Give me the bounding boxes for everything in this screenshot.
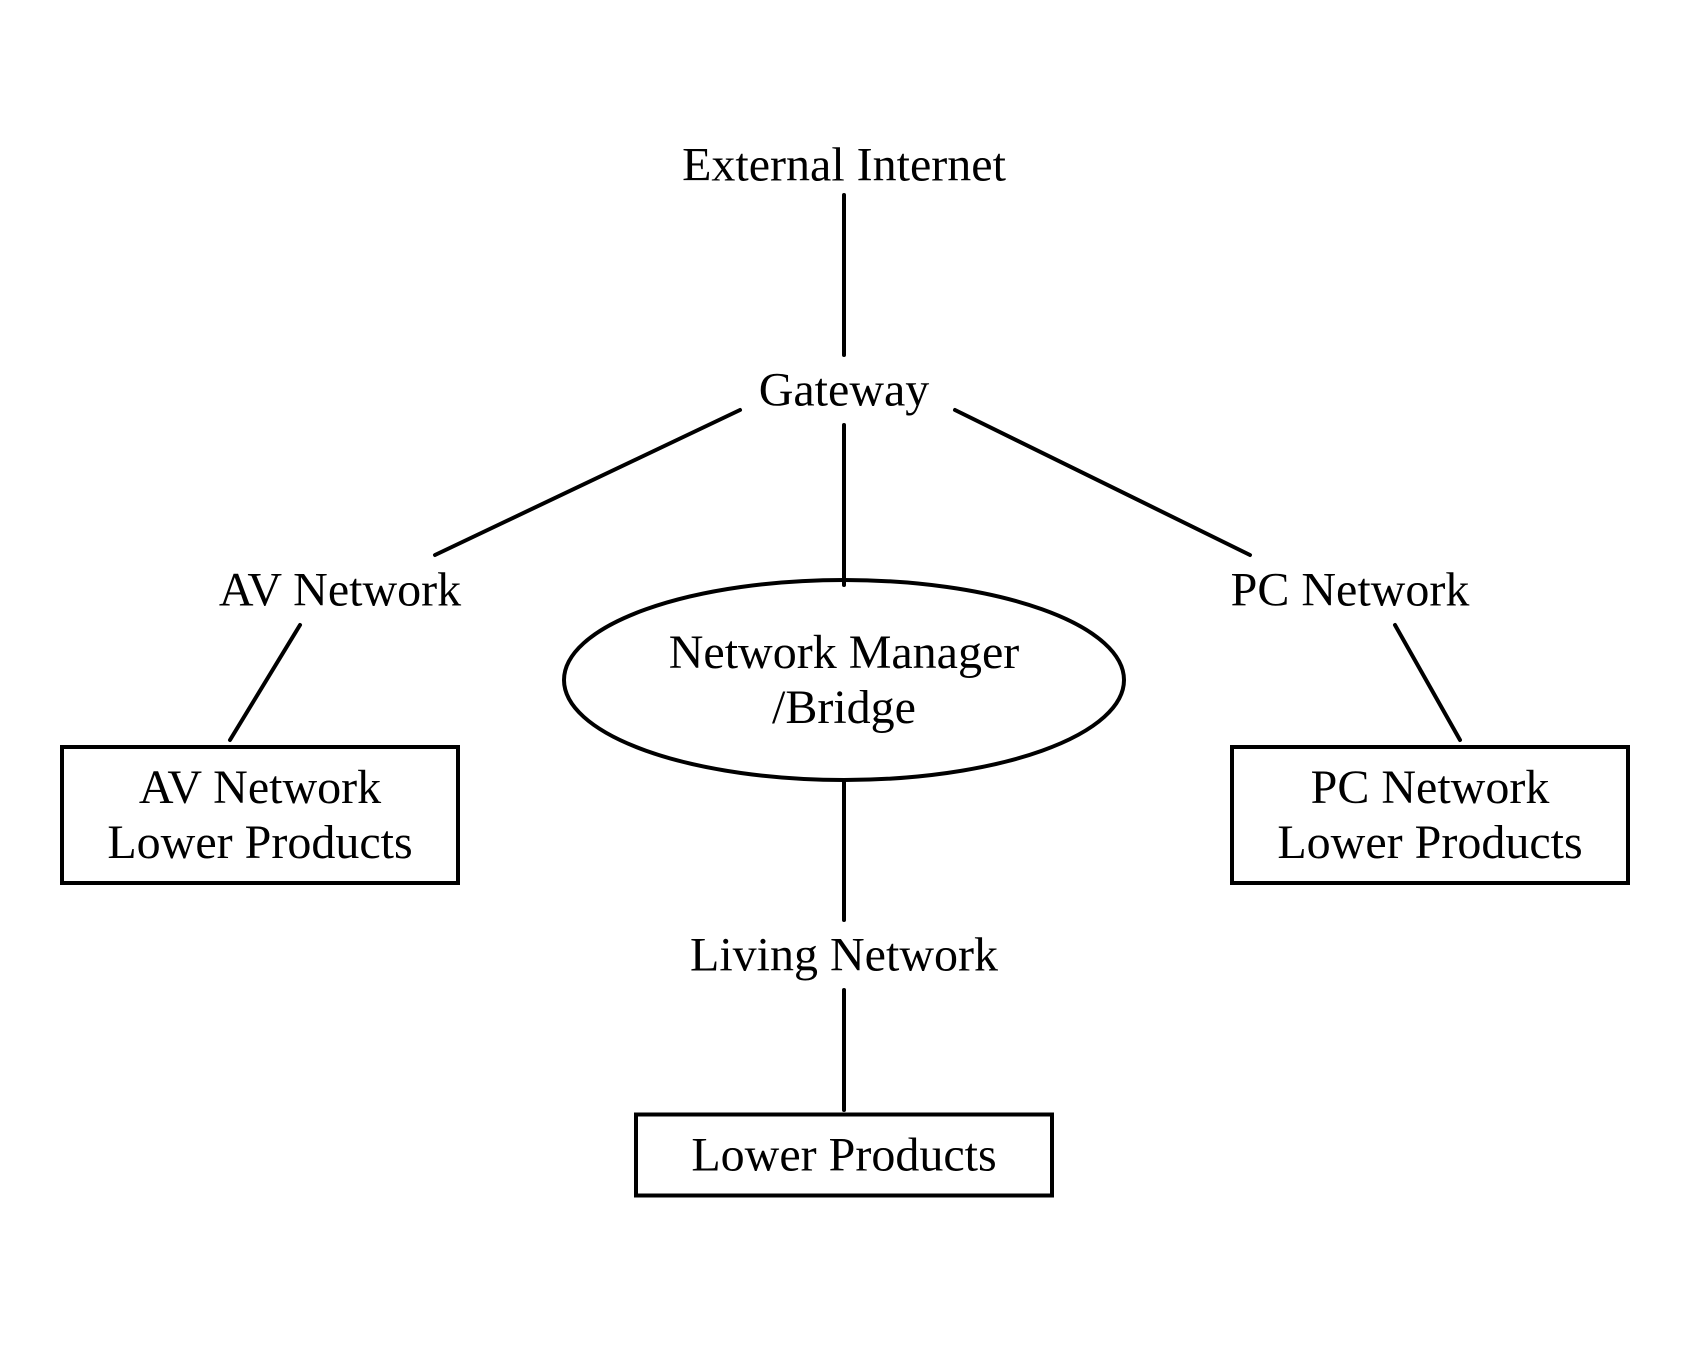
network-manager-line2: /Bridge bbox=[669, 680, 1020, 735]
node-external-internet: External Internet bbox=[682, 137, 1006, 192]
pc-box-line1: PC Network bbox=[1311, 760, 1550, 815]
box-av-lower-products: AV Network Lower Products bbox=[60, 745, 460, 885]
av-box-line2: Lower Products bbox=[107, 815, 412, 870]
pc-box-line2: Lower Products bbox=[1277, 815, 1582, 870]
node-av-network: AV Network bbox=[219, 562, 461, 617]
box-pc-lower-products: PC Network Lower Products bbox=[1230, 745, 1630, 885]
av-box-line1: AV Network bbox=[139, 760, 381, 815]
lower-products-text: Lower Products bbox=[691, 1127, 996, 1182]
box-lower-products: Lower Products bbox=[634, 1113, 1054, 1198]
node-living-network: Living Network bbox=[690, 927, 998, 982]
node-pc-network: PC Network bbox=[1231, 562, 1470, 617]
node-gateway: Gateway bbox=[759, 362, 930, 417]
node-network-manager: Network Manager /Bridge bbox=[669, 625, 1020, 735]
network-manager-line1: Network Manager bbox=[669, 625, 1020, 680]
